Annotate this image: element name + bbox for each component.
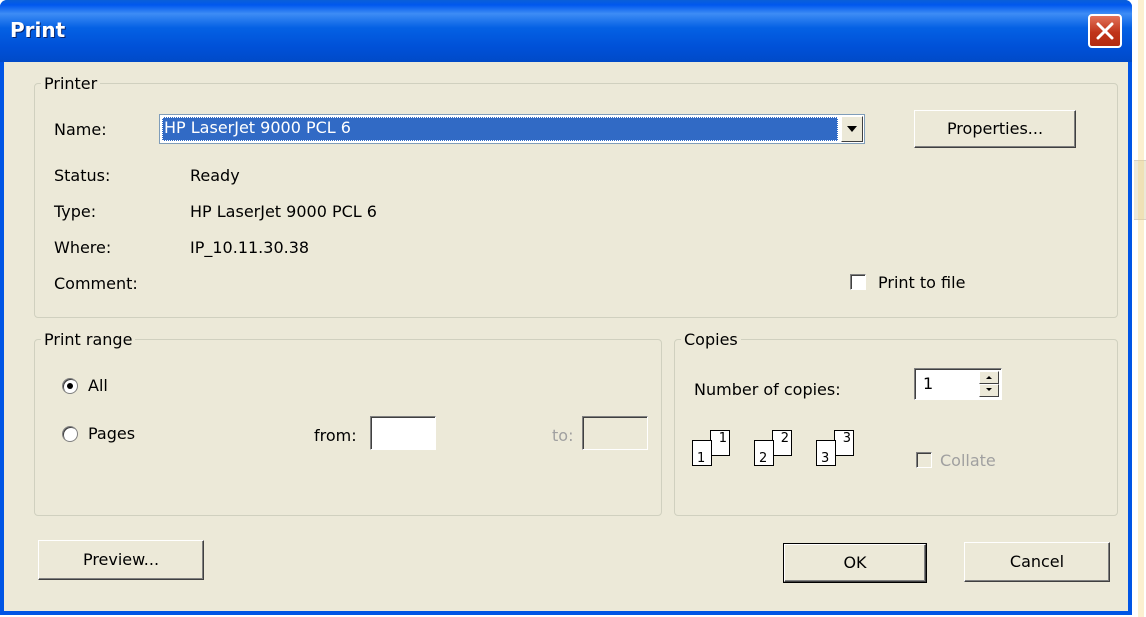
status-label: Status: [54,166,111,185]
spin-up-button[interactable] [979,371,999,384]
collate-back-page: 2 [772,430,792,456]
preview-button[interactable]: Preview... [38,540,204,580]
comment-label: Comment: [54,274,138,293]
spin-up-icon [986,376,992,379]
window-title: Print [10,18,66,42]
to-label: to: [552,426,574,445]
printer-group-label: Printer [44,74,98,93]
collate-page-set-1: 1 1 [692,430,732,468]
printer-name-dropdown-button[interactable] [841,116,863,142]
where-label: Where: [54,238,112,257]
copies-group-label: Copies [684,330,738,349]
all-label[interactable]: All [88,376,108,395]
printer-name-dropdown[interactable]: HP LaserJet 9000 PCL 6 [159,114,865,144]
close-button[interactable] [1088,14,1122,48]
print-range-group-label: Print range [44,330,133,349]
copies-group: Copies [674,330,1118,516]
collate-front-page: 2 [754,440,774,466]
pages-radio[interactable] [62,426,78,442]
copies-spinner[interactable]: 1 [914,368,1002,400]
copies-value: 1 [923,374,934,393]
from-label: from: [314,426,357,445]
collate-front-page: 1 [692,440,712,466]
print-dialog: Print Printer Name: HP LaserJet 9000 PCL… [0,0,1132,615]
printer-name-value: HP LaserJet 9000 PCL 6 [162,117,838,141]
page-number: 2 [759,451,768,466]
type-label: Type: [54,202,97,221]
all-radio[interactable] [62,378,78,394]
print-to-file-checkbox[interactable] [850,274,866,290]
print-to-file-label[interactable]: Print to file [878,273,965,292]
collate-label: Collate [940,451,996,470]
chevron-down-icon [847,126,857,132]
spin-down-icon [986,388,992,391]
collate-checkbox [916,452,932,468]
collate-back-page: 3 [834,430,854,456]
collate-front-page: 3 [816,440,836,466]
status-value: Ready [190,166,240,185]
to-input [582,416,648,450]
close-icon [1096,22,1114,40]
spin-down-button[interactable] [979,384,999,397]
print-range-group: Print range [34,330,662,516]
background-window-edge [1134,0,1146,617]
background-accent [1138,0,1144,617]
page-number: 1 [697,451,706,466]
radio-selected-dot [67,383,73,389]
properties-button[interactable]: Properties... [914,110,1076,148]
number-of-copies-label: Number of copies: [694,380,841,399]
printer-name-label: Name: [54,120,107,139]
page-number: 1 [718,431,727,446]
page-number: 2 [780,431,789,446]
cancel-button[interactable]: Cancel [964,542,1110,582]
page-number: 3 [842,431,851,446]
title-bar[interactable]: Print [0,0,1132,62]
ok-button[interactable]: OK [783,543,927,583]
where-value: IP_10.11.30.38 [190,238,310,257]
pages-label[interactable]: Pages [88,424,135,443]
type-value: HP LaserJet 9000 PCL 6 [190,202,377,221]
collate-back-page: 1 [710,430,730,456]
collate-page-set-3: 3 3 [816,430,856,468]
dialog-client: Printer Name: HP LaserJet 9000 PCL 6 Pro… [4,62,1128,611]
from-input[interactable] [370,416,436,450]
collate-page-set-2: 2 2 [754,430,794,468]
page-number: 3 [821,451,830,466]
